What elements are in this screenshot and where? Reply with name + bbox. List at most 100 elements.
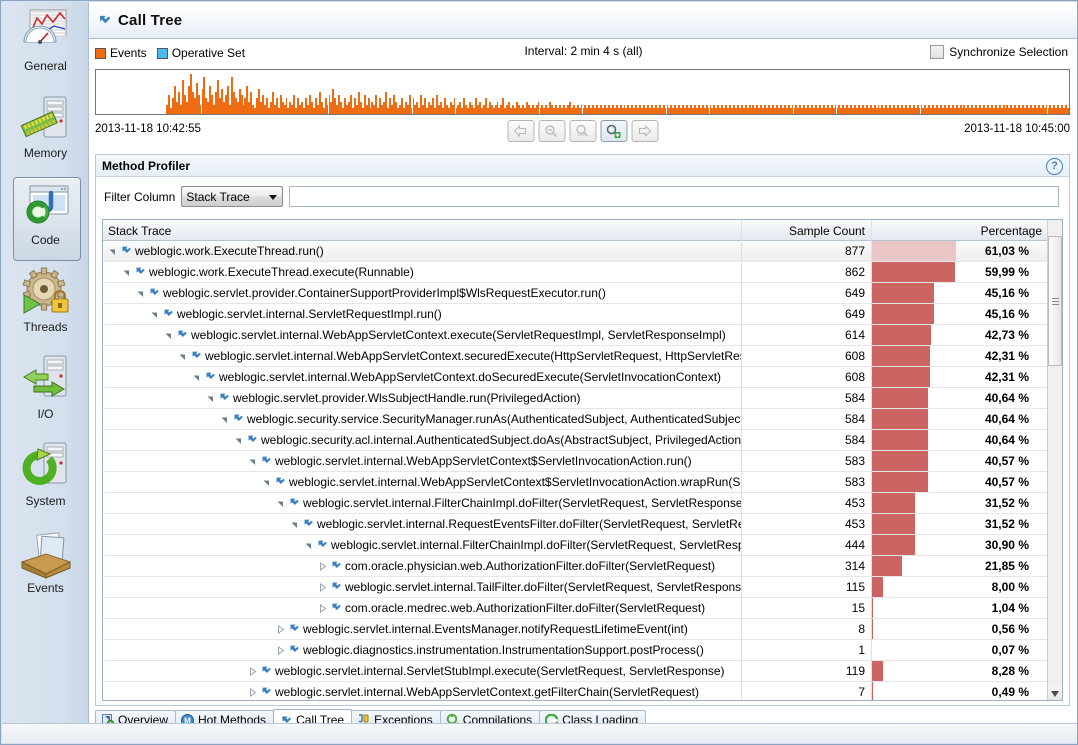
sidebar-item-events[interactable]: Events xyxy=(2,524,89,611)
vertical-scrollbar[interactable] xyxy=(1047,220,1062,701)
sidebar-item-threads[interactable]: Threads xyxy=(2,263,89,350)
table-row[interactable]: weblogic.work.ExecuteThread.execute(Runn… xyxy=(103,262,1062,283)
tree-twisty-collapsed[interactable] xyxy=(275,624,286,635)
stack-trace-label: com.oracle.medrec.web.AuthorizationFilte… xyxy=(345,601,705,615)
cell-stack-trace[interactable]: com.oracle.physician.web.AuthorizationFi… xyxy=(103,556,742,577)
cell-stack-trace[interactable]: com.oracle.medrec.web.AuthorizationFilte… xyxy=(103,598,742,619)
table-row[interactable]: weblogic.servlet.internal.WebAppServletC… xyxy=(103,346,1062,367)
cell-sample-count: 314 xyxy=(742,556,872,577)
events-timeline-chart[interactable] xyxy=(95,69,1070,115)
table-row[interactable]: weblogic.servlet.internal.FilterChainImp… xyxy=(103,493,1062,514)
tree-twisty-expanded[interactable] xyxy=(303,540,314,551)
tree-twisty-expanded[interactable] xyxy=(107,246,118,257)
filter-column-select[interactable]: Stack Trace xyxy=(181,186,283,207)
table-row[interactable]: com.oracle.physician.web.AuthorizationFi… xyxy=(103,556,1062,577)
cell-stack-trace[interactable]: weblogic.servlet.internal.EventsManager.… xyxy=(103,619,742,640)
timeline-legend-row: Events Operative Set Interval: 2 min 4 s… xyxy=(89,40,1078,66)
tree-twisty-expanded[interactable] xyxy=(177,351,188,362)
table-row[interactable]: com.oracle.medrec.web.AuthorizationFilte… xyxy=(103,598,1062,619)
stack-trace-label: weblogic.servlet.internal.ServletRequest… xyxy=(177,307,442,321)
tree-twisty-expanded[interactable] xyxy=(121,267,132,278)
percentage-bar xyxy=(872,367,930,387)
tree-twisty-expanded[interactable] xyxy=(275,498,286,509)
cell-stack-trace[interactable]: weblogic.security.acl.internal.Authentic… xyxy=(103,430,742,451)
tree-twisty-expanded[interactable] xyxy=(289,519,300,530)
column-header-sample-count[interactable]: Sample Count xyxy=(742,220,872,241)
table-row[interactable]: weblogic.servlet.internal.WebAppServletC… xyxy=(103,451,1062,472)
cell-stack-trace[interactable]: weblogic.servlet.internal.WebAppServletC… xyxy=(103,346,742,367)
sidebar-item-memory[interactable]: Memory xyxy=(2,89,89,176)
tree-twisty-expanded[interactable] xyxy=(219,414,230,425)
sidebar-item-i-o[interactable]: I/O xyxy=(2,350,89,437)
scrollbar-thumb[interactable] xyxy=(1048,236,1062,366)
cell-stack-trace[interactable]: weblogic.servlet.internal.RequestEventsF… xyxy=(103,514,742,535)
table-row[interactable]: weblogic.servlet.internal.ServletRequest… xyxy=(103,304,1062,325)
forward-arrow-button[interactable] xyxy=(631,120,658,142)
table-row[interactable]: weblogic.servlet.internal.WebAppServletC… xyxy=(103,682,1062,701)
cell-stack-trace[interactable]: weblogic.work.ExecuteThread.run() xyxy=(103,241,742,262)
table-row[interactable]: weblogic.servlet.internal.RequestEventsF… xyxy=(103,514,1062,535)
table-row[interactable]: weblogic.servlet.provider.ContainerSuppo… xyxy=(103,283,1062,304)
synchronize-selection-checkbox[interactable] xyxy=(930,45,944,59)
cell-stack-trace[interactable]: weblogic.servlet.internal.WebAppServletC… xyxy=(103,451,742,472)
cell-stack-trace[interactable]: weblogic.servlet.internal.FilterChainImp… xyxy=(103,493,742,514)
cell-stack-trace[interactable]: weblogic.servlet.internal.FilterChainImp… xyxy=(103,535,742,556)
table-row[interactable]: weblogic.security.service.SecurityManage… xyxy=(103,409,1062,430)
tree-twisty-expanded[interactable] xyxy=(261,477,272,488)
cell-stack-trace[interactable]: weblogic.servlet.internal.ServletStubImp… xyxy=(103,661,742,682)
tree-twisty-expanded[interactable] xyxy=(205,393,216,404)
table-row[interactable]: weblogic.diagnostics.instrumentation.Ins… xyxy=(103,640,1062,661)
column-header-percentage[interactable]: Percentage xyxy=(872,220,1047,241)
table-row[interactable]: weblogic.security.acl.internal.Authentic… xyxy=(103,430,1062,451)
table-row[interactable]: weblogic.servlet.provider.WlsSubjectHand… xyxy=(103,388,1062,409)
sidebar-item-label: System xyxy=(25,494,65,508)
table-row[interactable]: weblogic.work.ExecuteThread.run()87761,0… xyxy=(103,241,1062,262)
filter-text-input[interactable] xyxy=(289,186,1059,207)
back-arrow-button[interactable] xyxy=(507,120,534,142)
cell-stack-trace[interactable]: weblogic.diagnostics.instrumentation.Ins… xyxy=(103,640,742,661)
table-row[interactable]: weblogic.servlet.internal.EventsManager.… xyxy=(103,619,1062,640)
zoom-out-button[interactable] xyxy=(538,120,565,142)
scroll-down-button[interactable] xyxy=(1048,686,1062,701)
tree-twisty-collapsed[interactable] xyxy=(275,645,286,656)
method-arrow-icon xyxy=(274,475,285,489)
tree-twisty-collapsed[interactable] xyxy=(247,666,258,677)
table-row[interactable]: weblogic.servlet.internal.WebAppServletC… xyxy=(103,325,1062,346)
cell-sample-count: 583 xyxy=(742,472,872,493)
sidebar-item-code[interactable]: Code xyxy=(2,176,89,263)
cell-stack-trace[interactable]: weblogic.servlet.provider.ContainerSuppo… xyxy=(103,283,742,304)
tree-twisty-expanded[interactable] xyxy=(247,456,258,467)
synchronize-selection-control[interactable]: Synchronize Selection xyxy=(930,45,1068,59)
table-row[interactable]: weblogic.servlet.internal.WebAppServletC… xyxy=(103,367,1062,388)
sidebar-item-system[interactable]: System xyxy=(2,437,89,524)
tree-twisty-collapsed[interactable] xyxy=(317,603,328,614)
table-row[interactable]: weblogic.servlet.internal.TailFilter.doF… xyxy=(103,577,1062,598)
cell-stack-trace[interactable]: weblogic.security.service.SecurityManage… xyxy=(103,409,742,430)
column-header-stack-trace[interactable]: Stack Trace xyxy=(103,220,742,241)
cell-stack-trace[interactable]: weblogic.work.ExecuteThread.execute(Runn… xyxy=(103,262,742,283)
table-body: weblogic.work.ExecuteThread.run()87761,0… xyxy=(103,241,1062,701)
zoom-in-button[interactable] xyxy=(600,120,627,142)
cell-stack-trace[interactable]: weblogic.servlet.internal.ServletRequest… xyxy=(103,304,742,325)
tree-twisty-expanded[interactable] xyxy=(233,435,244,446)
cell-stack-trace[interactable]: weblogic.servlet.internal.WebAppServletC… xyxy=(103,325,742,346)
tree-twisty-collapsed[interactable] xyxy=(317,561,328,572)
tree-twisty-expanded[interactable] xyxy=(149,309,160,320)
cell-stack-trace[interactable]: weblogic.servlet.internal.WebAppServletC… xyxy=(103,472,742,493)
cell-stack-trace[interactable]: weblogic.servlet.internal.WebAppServletC… xyxy=(103,682,742,702)
help-circle-icon[interactable]: ? xyxy=(1046,158,1063,175)
tree-twisty-collapsed[interactable] xyxy=(247,687,258,698)
cell-stack-trace[interactable]: weblogic.servlet.internal.TailFilter.doF… xyxy=(103,577,742,598)
tree-twisty-collapsed[interactable] xyxy=(317,582,328,593)
table-row[interactable]: weblogic.servlet.internal.FilterChainImp… xyxy=(103,535,1062,556)
sidebar-item-general[interactable]: General xyxy=(2,2,89,89)
zoom-selection-button[interactable] xyxy=(569,120,596,142)
cell-percentage: 21,85 % xyxy=(872,556,1049,577)
tree-twisty-expanded[interactable] xyxy=(163,330,174,341)
tree-twisty-expanded[interactable] xyxy=(135,288,146,299)
table-row[interactable]: weblogic.servlet.internal.ServletStubImp… xyxy=(103,661,1062,682)
cell-stack-trace[interactable]: weblogic.servlet.internal.WebAppServletC… xyxy=(103,367,742,388)
tree-twisty-expanded[interactable] xyxy=(191,372,202,383)
table-row[interactable]: weblogic.servlet.internal.WebAppServletC… xyxy=(103,472,1062,493)
cell-stack-trace[interactable]: weblogic.servlet.provider.WlsSubjectHand… xyxy=(103,388,742,409)
